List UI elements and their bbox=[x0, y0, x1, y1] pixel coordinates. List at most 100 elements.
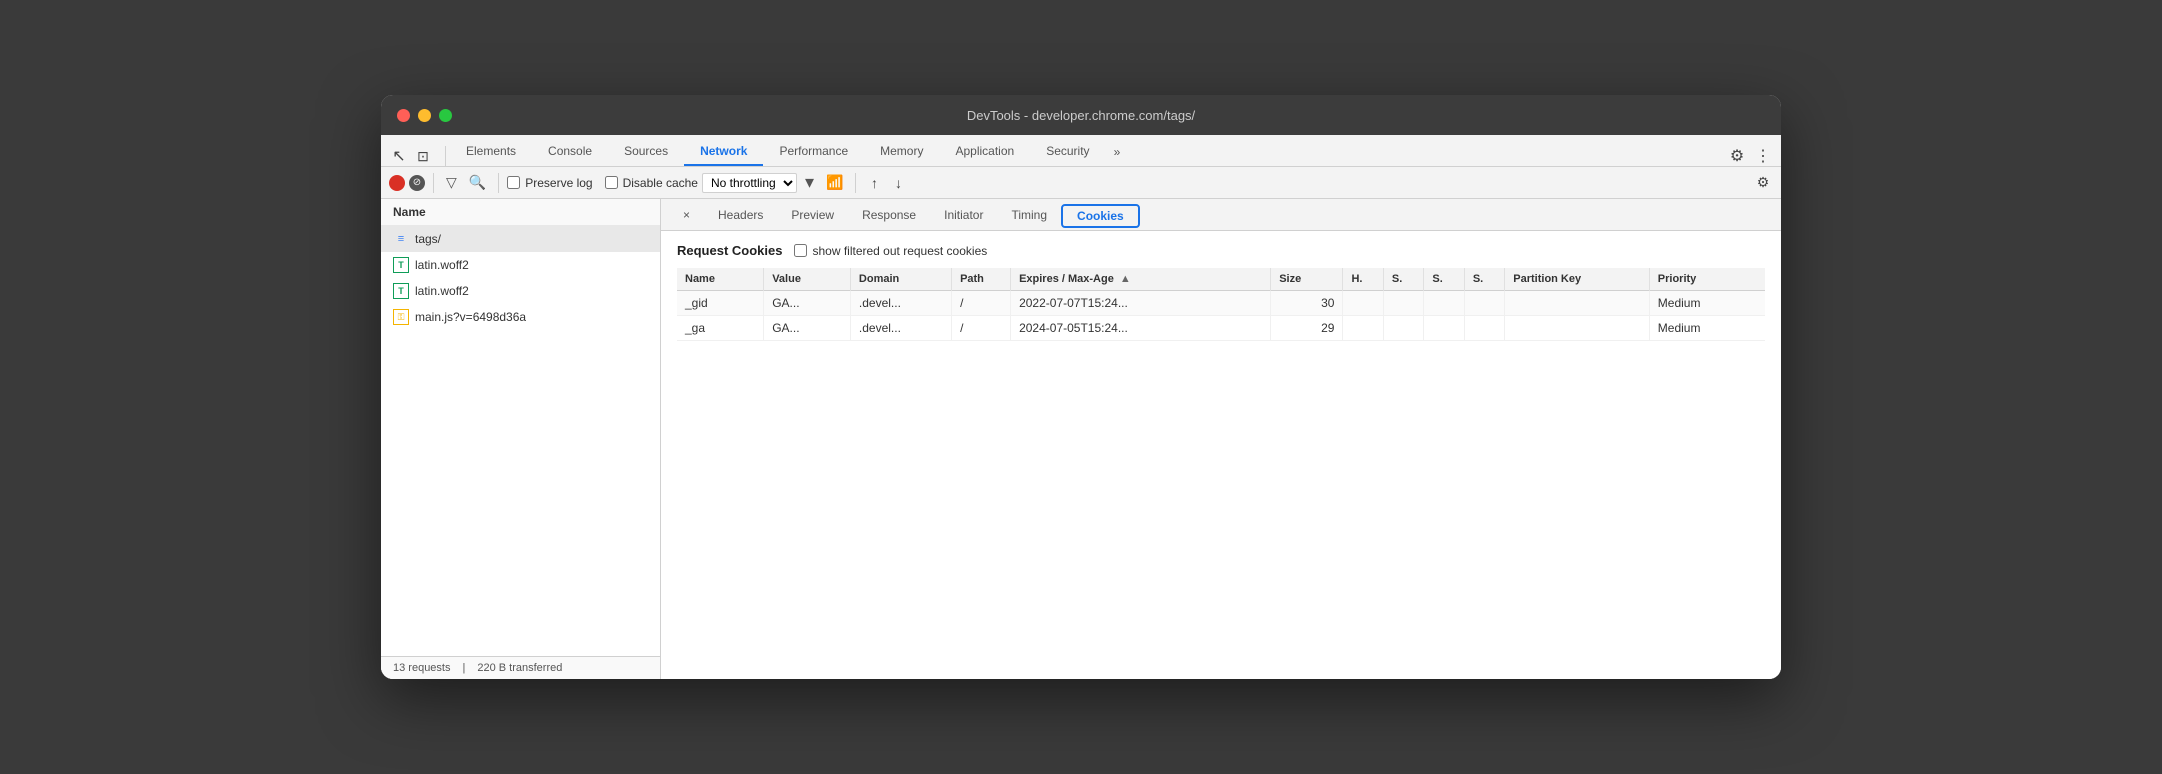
cookie-h-ga bbox=[1343, 316, 1383, 341]
col-header-s1[interactable]: S. bbox=[1383, 268, 1423, 291]
cookie-size-ga: 29 bbox=[1271, 316, 1343, 341]
throttle-arrow-icon: ▾ bbox=[805, 172, 814, 193]
maximize-button[interactable] bbox=[439, 109, 452, 122]
toolbar2-sep2 bbox=[498, 173, 499, 193]
html-file-icon: ≡ bbox=[393, 231, 409, 247]
col-header-path[interactable]: Path bbox=[952, 268, 1011, 291]
col-header-priority[interactable]: Priority bbox=[1649, 268, 1765, 291]
disable-cache-checkbox-label[interactable]: Disable cache bbox=[605, 176, 698, 190]
sort-arrow-icon: ▲ bbox=[1120, 273, 1131, 285]
col-header-domain[interactable]: Domain bbox=[850, 268, 951, 291]
sub-tab-timing[interactable]: Timing bbox=[997, 202, 1061, 230]
cookie-path-ga: / bbox=[952, 316, 1011, 341]
file-item-mainjs[interactable]: ⚿ main.js?v=6498d36a bbox=[381, 304, 660, 330]
throttle-select[interactable]: No throttling bbox=[702, 173, 797, 193]
col-header-size[interactable]: Size bbox=[1271, 268, 1343, 291]
tab-sources[interactable]: Sources bbox=[608, 138, 684, 166]
settings-icon[interactable]: ⚙ bbox=[1727, 146, 1747, 166]
col-header-s2[interactable]: S. bbox=[1424, 268, 1464, 291]
js-file-icon: ⚿ bbox=[393, 309, 409, 325]
network-toolbar: ⊘ ▽ 🔍 Preserve log Disable cache No thro… bbox=[381, 167, 1781, 199]
file-name-tags: tags/ bbox=[415, 232, 441, 246]
sub-tab-headers[interactable]: Headers bbox=[704, 202, 777, 230]
col-header-value[interactable]: Value bbox=[764, 268, 851, 291]
tabs-sep bbox=[445, 146, 446, 166]
cookies-content: Request Cookies show filtered out reques… bbox=[661, 231, 1781, 679]
preserve-log-checkbox-label[interactable]: Preserve log bbox=[507, 176, 592, 190]
file-item-tags[interactable]: ≡ tags/ bbox=[381, 226, 660, 252]
filter-icon[interactable]: ▽ bbox=[442, 172, 461, 193]
toolbar2-settings-icon[interactable]: ⚙ bbox=[1753, 173, 1773, 193]
cursor-icon[interactable]: ↖ bbox=[389, 146, 409, 166]
col-header-s3[interactable]: S. bbox=[1464, 268, 1504, 291]
tab-security[interactable]: Security bbox=[1030, 138, 1105, 166]
cookies-table-head: Name Value Domain Path bbox=[677, 268, 1765, 291]
devtools-window: DevTools - developer.chrome.com/tags/ ↖ … bbox=[381, 95, 1781, 679]
file-item-latin2[interactable]: T latin.woff2 bbox=[381, 278, 660, 304]
tab-console[interactable]: Console bbox=[532, 138, 608, 166]
preserve-log-checkbox[interactable] bbox=[507, 176, 520, 189]
file-item-latin1[interactable]: T latin.woff2 bbox=[381, 252, 660, 278]
col-header-expires[interactable]: Expires / Max-Age ▲ bbox=[1011, 268, 1271, 291]
cookie-size-gid: 30 bbox=[1271, 291, 1343, 316]
cookie-priority-ga: Medium bbox=[1649, 316, 1765, 341]
tab-application[interactable]: Application bbox=[939, 138, 1030, 166]
search-icon[interactable]: 🔍 bbox=[465, 172, 490, 193]
cookie-s2-ga bbox=[1424, 316, 1464, 341]
record-button[interactable] bbox=[389, 175, 405, 191]
font-file-icon-1: T bbox=[393, 257, 409, 273]
cookie-s1-gid bbox=[1383, 291, 1423, 316]
request-cookies-title: Request Cookies bbox=[677, 243, 782, 258]
col-header-h[interactable]: H. bbox=[1343, 268, 1383, 291]
upload-icon[interactable]: ↑ bbox=[864, 173, 884, 193]
minimize-button[interactable] bbox=[418, 109, 431, 122]
cookie-h-gid bbox=[1343, 291, 1383, 316]
tab-more-button[interactable]: » bbox=[1106, 138, 1129, 166]
sub-tab-preview[interactable]: Preview bbox=[777, 202, 848, 230]
col-header-partition-key[interactable]: Partition Key bbox=[1505, 268, 1650, 291]
cookie-s2-gid bbox=[1424, 291, 1464, 316]
devtools-container: ↖ ⊡ Elements Console Sources Network Per… bbox=[381, 135, 1781, 679]
cookies-table: Name Value Domain Path bbox=[677, 268, 1765, 341]
show-filtered-checkbox[interactable] bbox=[794, 244, 807, 257]
cookie-priority-gid: Medium bbox=[1649, 291, 1765, 316]
cookie-value-gid: GA... bbox=[764, 291, 851, 316]
tab-elements[interactable]: Elements bbox=[450, 138, 532, 166]
mobile-icon[interactable]: ⊡ bbox=[413, 146, 433, 166]
cookie-s3-ga bbox=[1464, 316, 1504, 341]
file-list: ≡ tags/ T latin.woff2 T latin.woff2 ⚿ ma… bbox=[381, 226, 660, 656]
cookie-name-ga: _ga bbox=[677, 316, 764, 341]
left-panel-footer: 13 requests | 220 B transferred bbox=[381, 656, 660, 679]
sub-tab-response[interactable]: Response bbox=[848, 202, 930, 230]
tab-memory[interactable]: Memory bbox=[864, 138, 939, 166]
download-icon[interactable]: ↓ bbox=[888, 173, 908, 193]
sub-tab-close[interactable]: × bbox=[669, 202, 704, 230]
wifi-icon: 📶 bbox=[826, 174, 843, 191]
tabs-settings: ⚙ ⋮ bbox=[1727, 146, 1773, 166]
disable-cache-checkbox[interactable] bbox=[605, 176, 618, 189]
tab-performance[interactable]: Performance bbox=[763, 138, 864, 166]
titlebar: DevTools - developer.chrome.com/tags/ bbox=[381, 95, 1781, 135]
file-name-latin1: latin.woff2 bbox=[415, 258, 469, 272]
block-button[interactable]: ⊘ bbox=[409, 175, 425, 191]
traffic-lights bbox=[397, 109, 452, 122]
col-header-name[interactable]: Name bbox=[677, 268, 764, 291]
right-panel: × Headers Preview Response Initiator bbox=[661, 199, 1781, 679]
sub-tab-cookies[interactable]: Cookies bbox=[1061, 204, 1140, 228]
cookie-row-ga[interactable]: _ga GA... .devel... / 2024-07-05T15:24..… bbox=[677, 316, 1765, 341]
more-dots-icon[interactable]: ⋮ bbox=[1753, 146, 1773, 166]
divider: | bbox=[462, 662, 465, 674]
cookie-partition-gid bbox=[1505, 291, 1650, 316]
cookie-row-gid[interactable]: _gid GA... .devel... / 2022-07-07T15:24.… bbox=[677, 291, 1765, 316]
cookie-expires-gid: 2022-07-07T15:24... bbox=[1011, 291, 1271, 316]
cookie-path-gid: / bbox=[952, 291, 1011, 316]
font-file-icon-2: T bbox=[393, 283, 409, 299]
cookie-expires-ga: 2024-07-05T15:24... bbox=[1011, 316, 1271, 341]
tab-network[interactable]: Network bbox=[684, 138, 763, 166]
requests-count: 13 requests bbox=[393, 662, 450, 674]
sub-tab-initiator[interactable]: Initiator bbox=[930, 202, 997, 230]
close-button[interactable] bbox=[397, 109, 410, 122]
show-filtered-label[interactable]: show filtered out request cookies bbox=[794, 244, 987, 258]
toolbar2-sep3 bbox=[855, 173, 856, 193]
cookie-s1-ga bbox=[1383, 316, 1423, 341]
